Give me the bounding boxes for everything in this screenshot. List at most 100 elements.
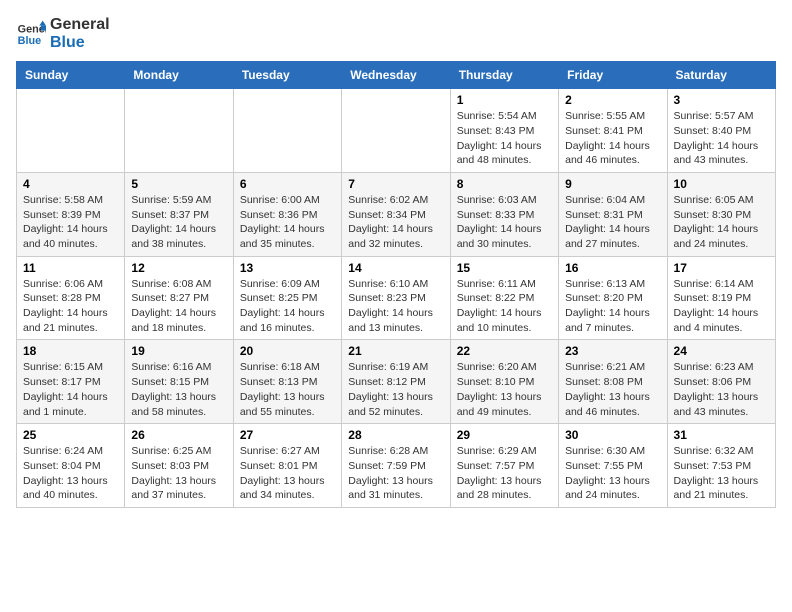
weekday-header-thursday: Thursday — [450, 62, 558, 89]
day-number: 21 — [348, 344, 443, 358]
day-info: Sunrise: 6:06 AM Sunset: 8:28 PM Dayligh… — [23, 277, 118, 336]
day-number: 12 — [131, 261, 226, 275]
page-header: General Blue General Blue — [16, 16, 776, 51]
calendar-cell: 11 Sunrise: 6:06 AM Sunset: 8:28 PM Dayli… — [17, 256, 125, 340]
calendar-cell: 17Sunrise: 6:14 AM Sunset: 8:19 PM Dayli… — [667, 256, 775, 340]
calendar-cell: 9 Sunrise: 6:04 AM Sunset: 8:31 PM Daylig… — [559, 172, 667, 256]
day-number: 25 — [23, 428, 118, 442]
day-number: 19 — [131, 344, 226, 358]
calendar-cell: 10 Sunrise: 6:05 AM Sunset: 8:30 PM Dayli… — [667, 172, 775, 256]
calendar-cell: 1 Sunrise: 5:54 AM Sunset: 8:43 PM Daylig… — [450, 89, 558, 173]
calendar-cell: 3 Sunrise: 5:57 AM Sunset: 8:40 PM Daylig… — [667, 89, 775, 173]
weekday-header-tuesday: Tuesday — [233, 62, 341, 89]
weekday-header-sunday: Sunday — [17, 62, 125, 89]
day-info: Sunrise: 6:11 AM Sunset: 8:22 PM Dayligh… — [457, 277, 552, 336]
day-info: Sunrise: 6:30 AM Sunset: 7:55 PM Dayligh… — [565, 444, 660, 503]
day-number: 13 — [240, 261, 335, 275]
day-number: 18 — [23, 344, 118, 358]
day-info: Sunrise: 6:27 AM Sunset: 8:01 PM Dayligh… — [240, 444, 335, 503]
calendar-cell: 16 Sunrise: 6:13 AM Sunset: 8:20 PM Dayli… — [559, 256, 667, 340]
calendar-cell: 31 Sunrise: 6:32 AM Sunset: 7:53 PM Dayli… — [667, 424, 775, 508]
day-number: 30 — [565, 428, 660, 442]
day-info: Sunrise: 6:13 AM Sunset: 8:20 PM Dayligh… — [565, 277, 660, 336]
calendar-cell: 12 Sunrise: 6:08 AM Sunset: 8:27 PM Dayli… — [125, 256, 233, 340]
calendar-cell: 27Sunrise: 6:27 AM Sunset: 8:01 PM Dayli… — [233, 424, 341, 508]
calendar-cell — [125, 89, 233, 173]
calendar-cell: 8 Sunrise: 6:03 AM Sunset: 8:33 PM Daylig… — [450, 172, 558, 256]
day-number: 7 — [348, 177, 443, 191]
day-number: 2 — [565, 93, 660, 107]
calendar-cell: 7 Sunrise: 6:02 AM Sunset: 8:34 PM Daylig… — [342, 172, 450, 256]
day-info: Sunrise: 6:10 AM Sunset: 8:23 PM Dayligh… — [348, 277, 443, 336]
day-number: 28 — [348, 428, 443, 442]
day-info: Sunrise: 6:25 AM Sunset: 8:03 PM Dayligh… — [131, 444, 226, 503]
day-info: Sunrise: 6:00 AM Sunset: 8:36 PM Dayligh… — [240, 193, 335, 252]
day-number: 11 — [23, 261, 118, 275]
day-info: Sunrise: 6:05 AM Sunset: 8:30 PM Dayligh… — [674, 193, 769, 252]
calendar-cell: 24 Sunrise: 6:23 AM Sunset: 8:06 PM Dayli… — [667, 340, 775, 424]
day-info: Sunrise: 6:02 AM Sunset: 8:34 PM Dayligh… — [348, 193, 443, 252]
calendar-cell — [233, 89, 341, 173]
day-info: Sunrise: 6:21 AM Sunset: 8:08 PM Dayligh… — [565, 360, 660, 419]
day-number: 23 — [565, 344, 660, 358]
week-row-1: 1 Sunrise: 5:54 AM Sunset: 8:43 PM Daylig… — [17, 89, 776, 173]
calendar-cell: 26Sunrise: 6:25 AM Sunset: 8:03 PM Dayli… — [125, 424, 233, 508]
day-info: Sunrise: 6:32 AM Sunset: 7:53 PM Dayligh… — [674, 444, 769, 503]
day-info: Sunrise: 5:54 AM Sunset: 8:43 PM Dayligh… — [457, 109, 552, 168]
day-info: Sunrise: 6:09 AM Sunset: 8:25 PM Dayligh… — [240, 277, 335, 336]
calendar-cell: 13 Sunrise: 6:09 AM Sunset: 8:25 PM Dayli… — [233, 256, 341, 340]
calendar-cell: 15 Sunrise: 6:11 AM Sunset: 8:22 PM Dayli… — [450, 256, 558, 340]
day-number: 29 — [457, 428, 552, 442]
week-row-5: 25 Sunrise: 6:24 AM Sunset: 8:04 PM Dayli… — [17, 424, 776, 508]
day-number: 15 — [457, 261, 552, 275]
day-info: Sunrise: 5:59 AM Sunset: 8:37 PM Dayligh… — [131, 193, 226, 252]
day-number: 5 — [131, 177, 226, 191]
calendar-cell: 30 Sunrise: 6:30 AM Sunset: 7:55 PM Dayli… — [559, 424, 667, 508]
day-info: Sunrise: 6:15 AM Sunset: 8:17 PM Dayligh… — [23, 360, 118, 419]
calendar-cell: 14 Sunrise: 6:10 AM Sunset: 8:23 PM Dayli… — [342, 256, 450, 340]
day-number: 8 — [457, 177, 552, 191]
calendar-cell — [17, 89, 125, 173]
day-number: 3 — [674, 93, 769, 107]
weekday-header-wednesday: Wednesday — [342, 62, 450, 89]
day-info: Sunrise: 5:58 AM Sunset: 8:39 PM Dayligh… — [23, 193, 118, 252]
logo-icon: General Blue — [16, 19, 46, 49]
logo-text-general: General — [50, 16, 110, 34]
day-info: Sunrise: 6:04 AM Sunset: 8:31 PM Dayligh… — [565, 193, 660, 252]
svg-text:Blue: Blue — [18, 35, 41, 47]
day-number: 9 — [565, 177, 660, 191]
calendar-cell: 18 Sunrise: 6:15 AM Sunset: 8:17 PM Dayli… — [17, 340, 125, 424]
calendar-cell: 4Sunrise: 5:58 AM Sunset: 8:39 PM Daylig… — [17, 172, 125, 256]
day-info: Sunrise: 6:24 AM Sunset: 8:04 PM Dayligh… — [23, 444, 118, 503]
calendar-cell — [342, 89, 450, 173]
calendar-cell: 19 Sunrise: 6:16 AM Sunset: 8:15 PM Dayli… — [125, 340, 233, 424]
day-number: 14 — [348, 261, 443, 275]
day-info: Sunrise: 6:16 AM Sunset: 8:15 PM Dayligh… — [131, 360, 226, 419]
day-info: Sunrise: 6:23 AM Sunset: 8:06 PM Dayligh… — [674, 360, 769, 419]
day-info: Sunrise: 6:18 AM Sunset: 8:13 PM Dayligh… — [240, 360, 335, 419]
logo: General Blue General Blue — [16, 16, 110, 51]
calendar-cell: 6Sunrise: 6:00 AM Sunset: 8:36 PM Daylig… — [233, 172, 341, 256]
day-number: 24 — [674, 344, 769, 358]
day-number: 16 — [565, 261, 660, 275]
calendar-cell: 21Sunrise: 6:19 AM Sunset: 8:12 PM Dayli… — [342, 340, 450, 424]
day-number: 31 — [674, 428, 769, 442]
day-info: Sunrise: 5:57 AM Sunset: 8:40 PM Dayligh… — [674, 109, 769, 168]
calendar-cell: 20 Sunrise: 6:18 AM Sunset: 8:13 PM Dayli… — [233, 340, 341, 424]
week-row-4: 18 Sunrise: 6:15 AM Sunset: 8:17 PM Dayli… — [17, 340, 776, 424]
day-number: 10 — [674, 177, 769, 191]
day-info: Sunrise: 6:03 AM Sunset: 8:33 PM Dayligh… — [457, 193, 552, 252]
logo-text-blue: Blue — [50, 34, 110, 52]
calendar-cell: 28Sunrise: 6:28 AM Sunset: 7:59 PM Dayli… — [342, 424, 450, 508]
day-number: 1 — [457, 93, 552, 107]
day-number: 22 — [457, 344, 552, 358]
calendar-cell: 29Sunrise: 6:29 AM Sunset: 7:57 PM Dayli… — [450, 424, 558, 508]
calendar-cell: 23 Sunrise: 6:21 AM Sunset: 8:08 PM Dayli… — [559, 340, 667, 424]
weekday-header-monday: Monday — [125, 62, 233, 89]
calendar-cell: 25 Sunrise: 6:24 AM Sunset: 8:04 PM Dayli… — [17, 424, 125, 508]
calendar-body: 1 Sunrise: 5:54 AM Sunset: 8:43 PM Daylig… — [17, 89, 776, 508]
day-number: 20 — [240, 344, 335, 358]
day-info: Sunrise: 6:14 AM Sunset: 8:19 PM Dayligh… — [674, 277, 769, 336]
day-info: Sunrise: 5:55 AM Sunset: 8:41 PM Dayligh… — [565, 109, 660, 168]
day-info: Sunrise: 6:08 AM Sunset: 8:27 PM Dayligh… — [131, 277, 226, 336]
